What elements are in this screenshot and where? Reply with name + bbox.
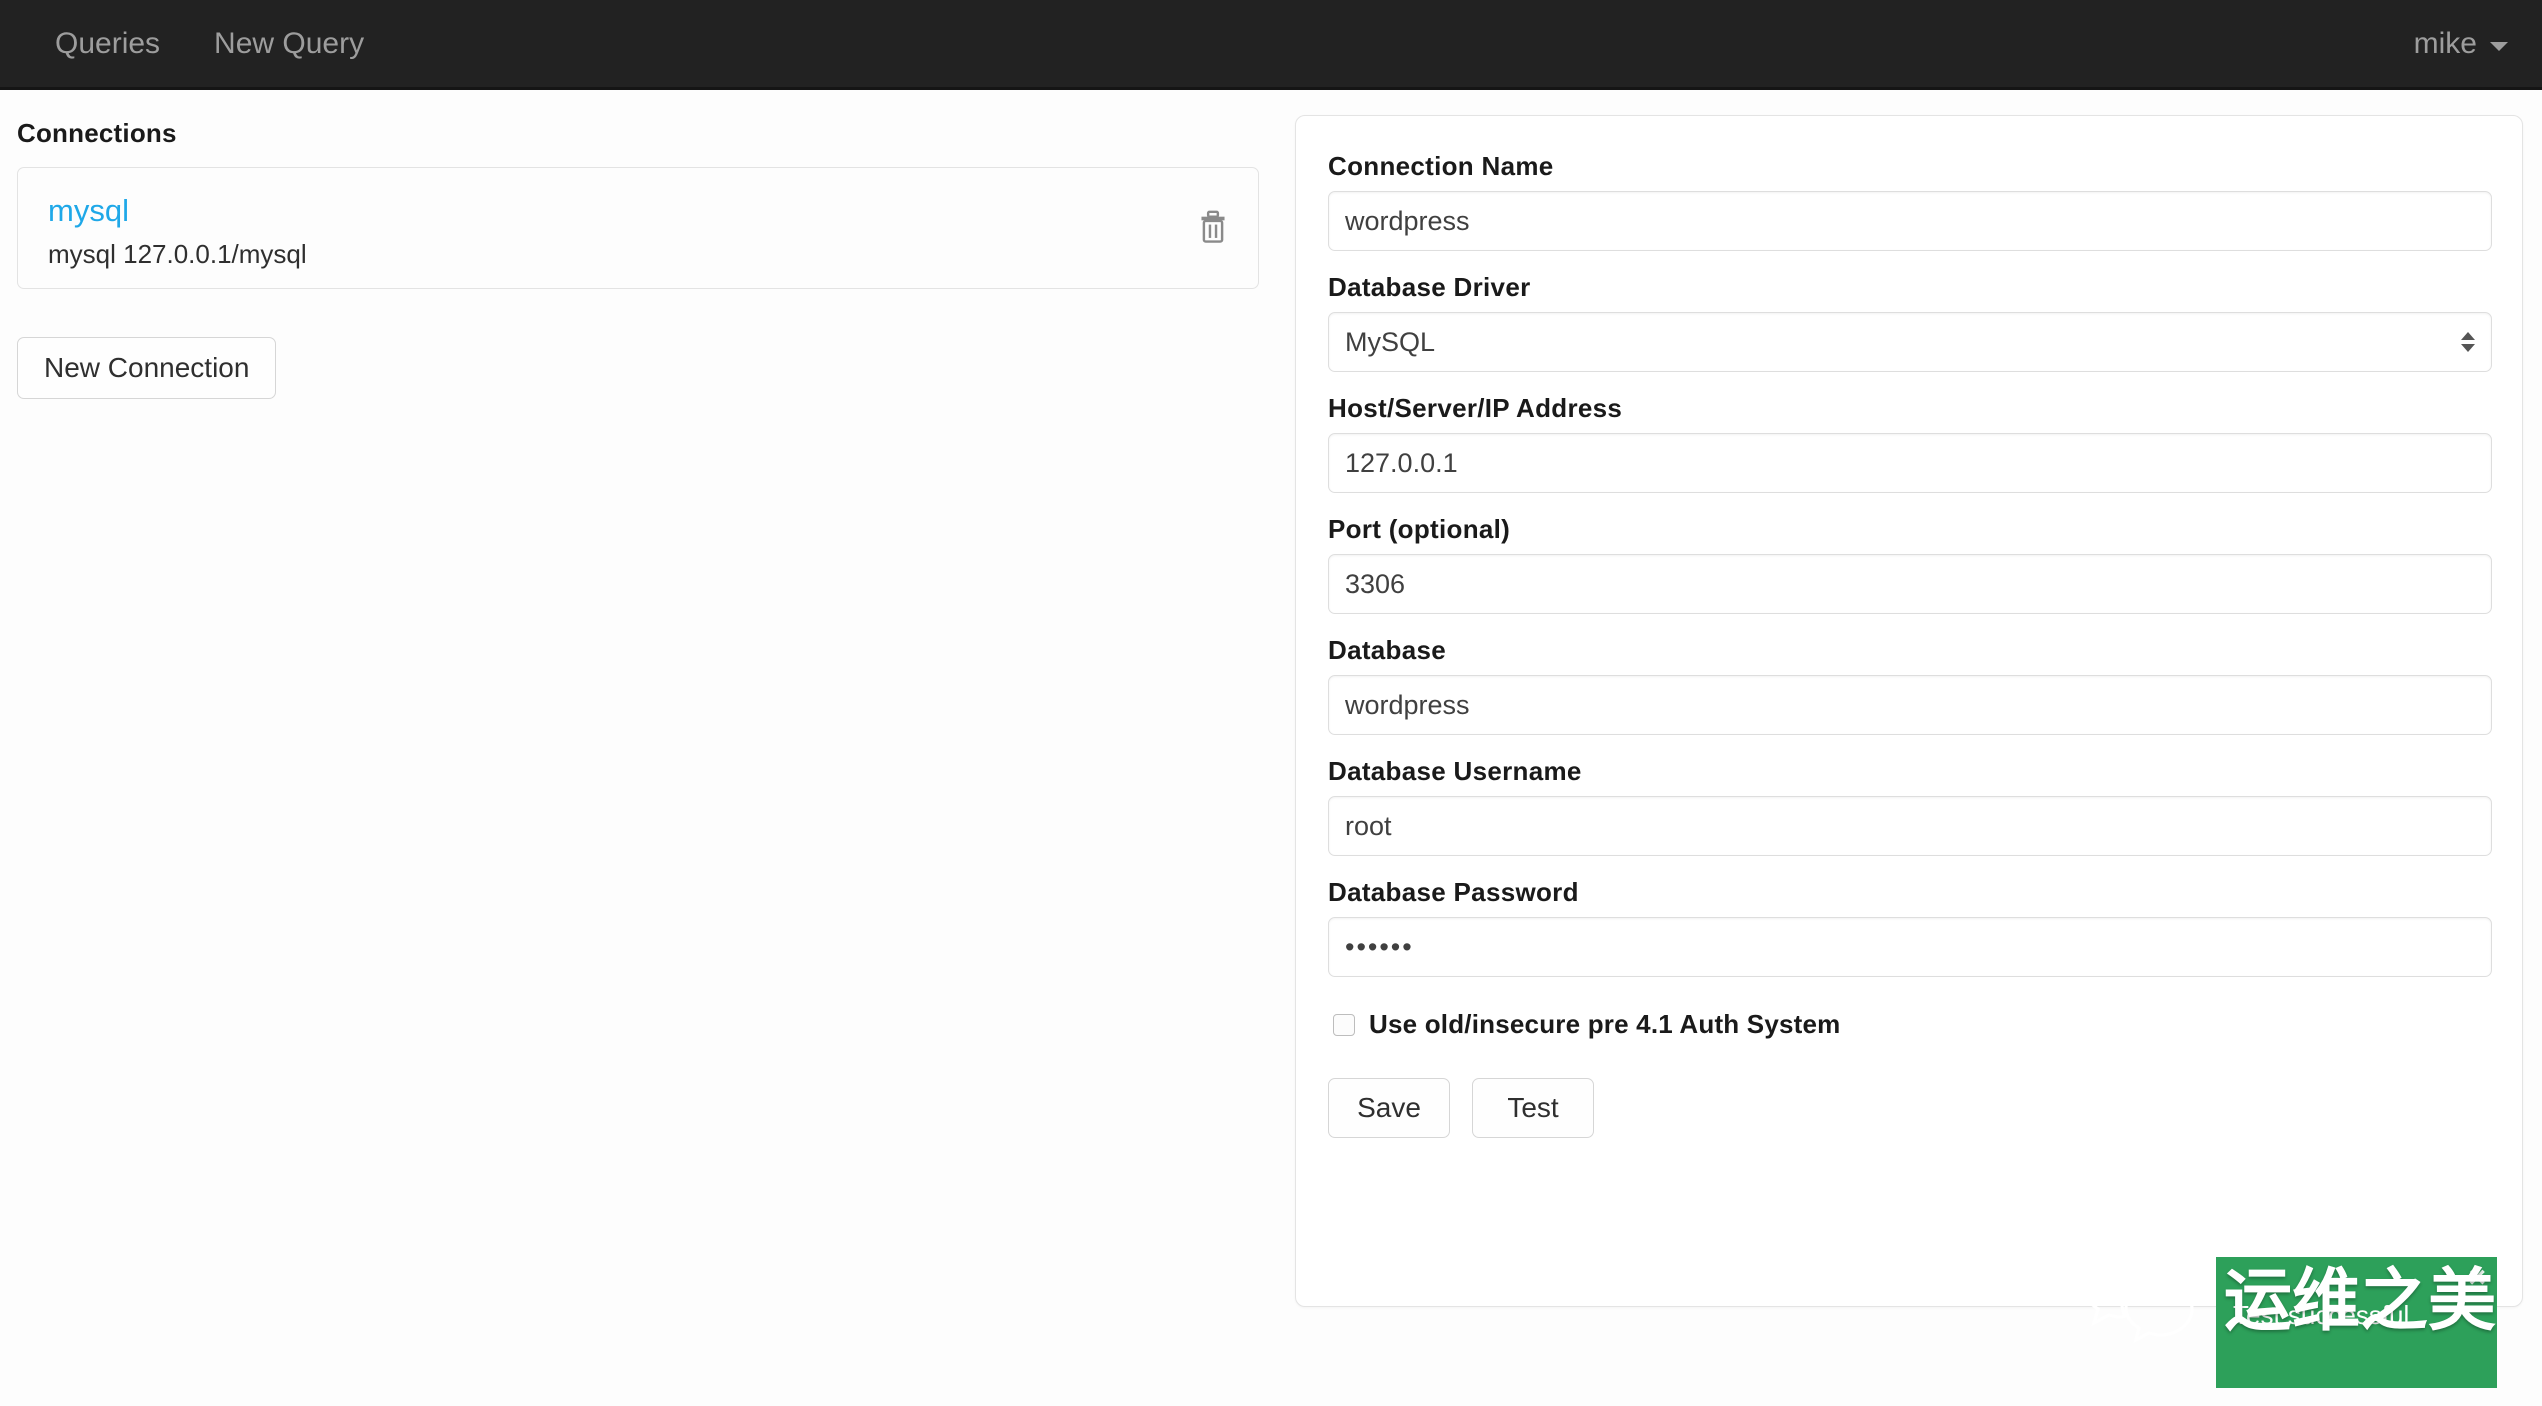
- close-icon[interactable]: ×: [2468, 1263, 2486, 1293]
- auth-checkbox-row: Use old/insecure pre 4.1 Auth System: [1333, 1009, 2490, 1040]
- host-input[interactable]: [1328, 433, 2492, 493]
- form-actions: Save Test: [1328, 1078, 2490, 1138]
- field-database-username: Database Username: [1328, 756, 2490, 856]
- field-port: Port (optional): [1328, 514, 2490, 614]
- field-connection-name: Connection Name: [1328, 151, 2490, 251]
- nav-link-new-query[interactable]: New Query: [187, 1, 391, 87]
- database-driver-select-wrap: MySQL: [1328, 312, 2492, 372]
- connection-name-input[interactable]: [1328, 191, 2492, 251]
- field-host: Host/Server/IP Address: [1328, 393, 2490, 493]
- connections-heading: Connections: [17, 118, 1272, 149]
- connection-form-card: Connection Name Database Driver MySQL Ho…: [1295, 115, 2523, 1307]
- field-database: Database: [1328, 635, 2490, 735]
- new-connection-button[interactable]: New Connection: [17, 337, 276, 399]
- connection-name-link[interactable]: mysql: [48, 194, 1228, 228]
- database-password-input[interactable]: [1328, 917, 2492, 977]
- old-auth-checkbox[interactable]: [1333, 1014, 1355, 1036]
- connections-column: Connections mysql mysql 127.0.0.1/mysql …: [17, 90, 1272, 399]
- label-database-username: Database Username: [1328, 756, 2490, 787]
- label-database: Database: [1328, 635, 2490, 666]
- trash-icon: [1198, 210, 1228, 247]
- save-button[interactable]: Save: [1328, 1078, 1450, 1138]
- list-item[interactable]: mysql mysql 127.0.0.1/mysql: [18, 168, 1258, 288]
- user-menu[interactable]: mike: [2414, 0, 2508, 87]
- label-database-driver: Database Driver: [1328, 272, 2490, 303]
- database-input[interactable]: [1328, 675, 2492, 735]
- label-database-password: Database Password: [1328, 877, 2490, 908]
- nav-link-queries[interactable]: Queries: [28, 1, 187, 87]
- port-input[interactable]: [1328, 554, 2492, 614]
- toast-notification: × Test successful: [2216, 1257, 2497, 1388]
- top-navbar: Queries New Query mike: [0, 0, 2542, 90]
- field-database-password: Database Password: [1328, 877, 2490, 977]
- database-driver-select[interactable]: MySQL: [1328, 312, 2492, 372]
- user-menu-label: mike: [2414, 27, 2477, 61]
- delete-connection-button[interactable]: [1193, 208, 1233, 248]
- connection-detail: mysql 127.0.0.1/mysql: [48, 239, 1228, 270]
- chevron-down-icon: [2490, 42, 2508, 51]
- database-username-input[interactable]: [1328, 796, 2492, 856]
- label-host: Host/Server/IP Address: [1328, 393, 2490, 424]
- test-button[interactable]: Test: [1472, 1078, 1594, 1138]
- old-auth-checkbox-label[interactable]: Use old/insecure pre 4.1 Auth System: [1369, 1009, 1841, 1040]
- label-connection-name: Connection Name: [1328, 151, 2490, 182]
- field-database-driver: Database Driver MySQL: [1328, 272, 2490, 372]
- label-port: Port (optional): [1328, 514, 2490, 545]
- connections-list: mysql mysql 127.0.0.1/mysql: [17, 167, 1259, 289]
- toast-message: Test successful: [2233, 1300, 2409, 1331]
